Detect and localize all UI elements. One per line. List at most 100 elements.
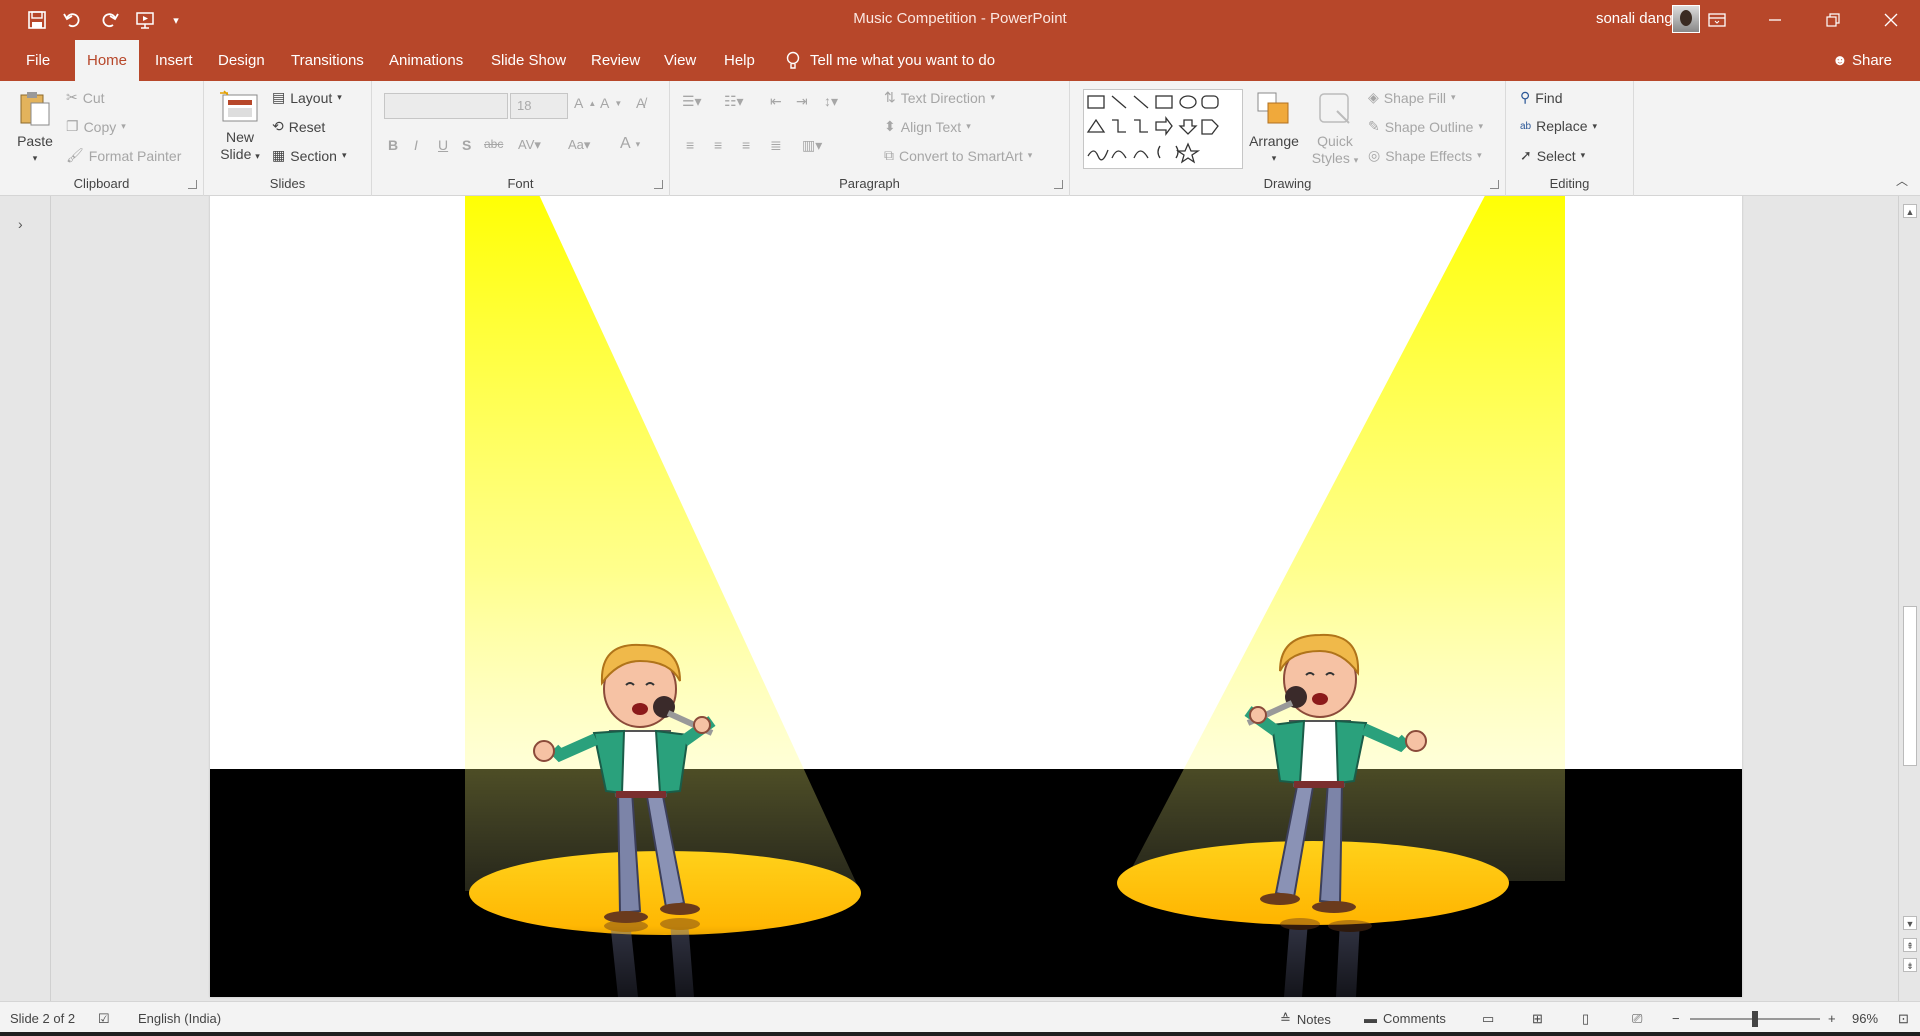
reset-button[interactable]: ⟲ Reset [272,118,325,135]
slide-sorter-icon[interactable]: ⊞ [1532,1011,1543,1027]
line-spacing-icon[interactable]: ↕▾ [824,93,838,110]
copy-label: Copy [83,118,117,135]
clear-formatting-icon[interactable]: A̸ [636,95,645,111]
zoom-out-icon[interactable]: − [1672,1011,1680,1026]
save-icon[interactable] [22,7,52,33]
undo-icon[interactable] [58,7,88,33]
underline-icon[interactable]: U [438,137,448,153]
grow-font-icon[interactable]: A ▲ [574,95,596,111]
cut-button[interactable]: ✂ Cut [66,89,105,106]
align-right-icon[interactable]: ≡ [742,137,750,153]
tab-view[interactable]: View [652,40,708,81]
shapes-gallery[interactable] [1083,89,1243,169]
shrink-font-icon[interactable]: A ▼ [600,95,622,111]
decrease-indent-icon[interactable]: ⇤ [770,93,782,110]
close-icon[interactable] [1862,0,1920,40]
paste-button[interactable]: Paste ▾ [12,89,58,167]
font-color-icon[interactable]: A ▾ [620,135,640,153]
align-left-icon[interactable]: ≡ [686,137,694,153]
scroll-up-icon[interactable]: ▲ [1903,204,1917,218]
comments-button[interactable]: ▬ Comments [1364,1011,1446,1026]
find-button[interactable]: ⚲ Find [1520,89,1563,106]
tab-transitions[interactable]: Transitions [279,40,376,81]
zoom-slider[interactable] [1690,1011,1820,1027]
increase-indent-icon[interactable]: ⇥ [796,93,808,110]
slide-editor [52,196,1898,1001]
paint-bucket-icon: ◈ [1368,89,1379,105]
justify-icon[interactable]: ≣ [770,137,782,154]
text-direction-button[interactable]: ⇅ Text Direction ▾ [884,89,995,106]
slide[interactable] [210,196,1742,997]
comments-label: Comments [1383,1011,1446,1026]
section-button[interactable]: ▦ Section ▾ [272,147,346,164]
zoom-slider-knob[interactable] [1752,1011,1758,1027]
minimize-icon[interactable] [1746,0,1804,40]
language-indicator[interactable]: English (India) [138,1011,221,1026]
copy-button[interactable]: ❐ Copy ▾ [66,118,126,135]
zoom-in-icon[interactable]: + [1828,1011,1836,1026]
bold-icon[interactable]: B [388,137,398,153]
redo-icon[interactable] [94,7,124,33]
tab-animations[interactable]: Animations [377,40,475,81]
next-slide-icon[interactable]: ⇟ [1903,958,1917,972]
slide-indicator[interactable]: Slide 2 of 2 [10,1011,75,1026]
expand-thumbnails-icon[interactable]: › [18,216,23,232]
replace-button[interactable]: ab Replace ▾ [1520,118,1597,134]
notes-button[interactable]: ≙ Notes [1280,1011,1331,1027]
font-launcher-icon[interactable] [654,180,663,189]
strikethrough-icon[interactable]: abc [484,137,503,151]
change-case-icon[interactable]: Aa▾ [568,137,590,153]
restore-icon[interactable] [1804,0,1862,40]
vertical-scrollbar[interactable]: ▲ ▼ ⇞ ⇟ [1898,196,1920,1001]
tab-design[interactable]: Design [206,40,277,81]
customize-qat-icon[interactable]: ▾ [166,7,186,33]
fit-to-window-icon[interactable]: ⊡ [1898,1011,1909,1027]
tab-help[interactable]: Help [712,40,767,81]
normal-view-icon[interactable]: ▭ [1482,1011,1494,1027]
zoom-level[interactable]: 96% [1852,1011,1878,1026]
ribbon-tabs: File Home Insert Design Transitions Anim… [0,40,1920,81]
tell-me-search[interactable]: Tell me what you want to do [786,40,995,81]
tab-file[interactable]: File [14,40,62,81]
scroll-down-icon[interactable]: ▼ [1903,916,1917,930]
start-from-beginning-icon[interactable] [130,7,160,33]
spelling-check-icon[interactable]: ☑ [98,1011,110,1027]
tab-insert[interactable]: Insert [143,40,205,81]
numbering-icon[interactable]: ☷▾ [724,93,744,110]
new-slide-button[interactable]: New Slide ▾ [216,89,264,165]
collapse-ribbon-icon[interactable]: ︿ [1896,172,1908,189]
arrange-button[interactable]: Arrange ▾ [1246,89,1302,167]
shape-effects-button[interactable]: ◎ Shape Effects ▾ [1368,147,1482,164]
drawing-launcher-icon[interactable] [1490,180,1499,189]
user-name[interactable]: sonali dangi [1596,10,1676,27]
layout-button[interactable]: ▤ Layout ▾ [272,89,342,106]
person-icon: ☻ [1832,52,1848,69]
shadow-icon[interactable]: S [462,137,471,153]
font-size-box[interactable]: 18 [510,93,568,119]
ribbon-display-options-icon[interactable] [1688,0,1746,40]
italic-icon[interactable]: I [414,137,418,153]
shape-outline-button[interactable]: ✎ Shape Outline ▾ [1368,118,1483,135]
tab-slide-show[interactable]: Slide Show [479,40,578,81]
clipboard-launcher-icon[interactable] [188,180,197,189]
shape-fill-button[interactable]: ◈ Shape Fill ▾ [1368,89,1456,106]
tab-review[interactable]: Review [579,40,652,81]
align-text-button[interactable]: ⬍ Align Text ▾ [884,118,971,135]
scroll-thumb[interactable] [1903,606,1917,766]
convert-smartart-button[interactable]: ⧉ Convert to SmartArt ▾ [884,147,1032,164]
format-painter-button[interactable]: 🖌 Format Painter [66,147,181,164]
font-name-box[interactable] [384,93,508,119]
quick-styles-button[interactable]: Quick Styles ▾ [1308,89,1362,169]
tab-home[interactable]: Home [75,40,140,81]
character-spacing-icon[interactable]: AV▾ [518,137,541,153]
reading-view-icon[interactable]: ▯ [1582,1011,1589,1027]
previous-slide-icon[interactable]: ⇞ [1903,938,1917,952]
share-button[interactable]: ☻ Share [1832,40,1892,81]
columns-icon[interactable]: ▥▾ [802,137,822,154]
select-button[interactable]: ➚ Select ▾ [1520,147,1585,164]
bullets-icon[interactable]: ☰▾ [682,93,702,110]
paragraph-launcher-icon[interactable] [1054,180,1063,189]
align-center-icon[interactable]: ≡ [714,137,722,153]
replace-label: Replace [1536,118,1588,134]
slide-show-icon[interactable]: ⎚ [1632,1011,1642,1027]
